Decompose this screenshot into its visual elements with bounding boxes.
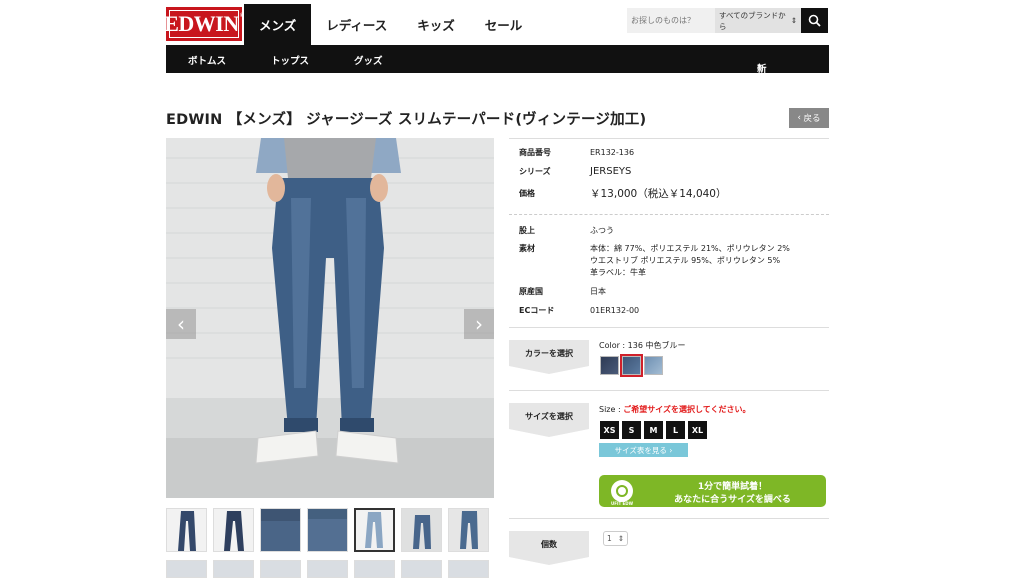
size-option-xl[interactable]: XL — [688, 421, 707, 439]
size-option-m[interactable]: M — [644, 421, 663, 439]
divider — [509, 138, 829, 139]
price: ￥13,000（税込￥14,040） — [590, 188, 727, 200]
thumbnail[interactable] — [354, 508, 395, 552]
logo-text: EDWIN — [164, 11, 239, 36]
back-button[interactable]: ‹ 戻る — [789, 108, 829, 128]
size-chart-button[interactable]: サイズ表を見る › — [599, 443, 688, 457]
spec-key: ECコード — [519, 306, 555, 315]
thumbnail[interactable] — [166, 508, 207, 552]
sub-nav: ボトムス トップス グッズ › 新着一覧 — [166, 45, 829, 117]
thumbnail[interactable] — [213, 508, 254, 552]
size-caption-prefix: Size : — [599, 405, 624, 414]
thumbnail[interactable] — [401, 508, 442, 552]
size-option-l[interactable]: L — [666, 421, 685, 439]
color-swatch-dark[interactable] — [600, 356, 619, 375]
divider — [509, 390, 829, 391]
thumbnail[interactable] — [401, 560, 442, 578]
thumbnail[interactable] — [448, 508, 489, 552]
subnav-item-tops[interactable]: トップス — [271, 53, 309, 67]
search-bar: すべてのブランドから ⇕ — [627, 8, 828, 33]
search-button[interactable] — [801, 8, 828, 33]
spec-value: 01ER132-00 — [590, 306, 640, 315]
material-line: 本体：綿 77%、ポリエステル 21%、ポリウレタン 2% — [590, 244, 790, 253]
brand-select-label: すべてのブランドから — [719, 10, 786, 31]
spec-key: 股上 — [519, 226, 535, 235]
thumbnail[interactable] — [260, 560, 301, 578]
divider — [509, 327, 829, 328]
chevron-right-icon: › — [475, 312, 483, 336]
size-chart-label: サイズ表を見る — [614, 445, 667, 455]
product-title: EDWIN 【メンズ】 ジャージーズ スリムテーパード(ヴィンテージ加工) — [166, 112, 647, 128]
new-arrivals-label: 新着一覧 — [757, 64, 767, 117]
jeans-photo — [166, 138, 494, 498]
search-input[interactable] — [627, 8, 715, 33]
fit-line2: あなたに合うサイズを調べる — [674, 495, 791, 505]
subnav-item-bottoms[interactable]: ボトムス — [188, 53, 226, 67]
divider — [509, 518, 829, 519]
color-swatch-light[interactable] — [644, 356, 663, 375]
color-caption: Color : 136 中色ブルー — [599, 341, 686, 350]
thumbnail[interactable] — [448, 560, 489, 578]
chevron-left-icon: ‹ — [177, 312, 185, 336]
thumbnail-strip-row2 — [166, 560, 489, 578]
thumbnail[interactable] — [213, 560, 254, 578]
tab-sale[interactable]: セール — [470, 4, 538, 45]
quantity-select[interactable]: 1 ⇕ — [603, 531, 628, 546]
spec-value: JERSEYS — [590, 166, 632, 177]
back-label: 戻る — [803, 114, 821, 124]
spec-key: 素材 — [519, 244, 535, 253]
quantity-label: 個数 — [509, 531, 589, 565]
next-image-button[interactable]: › — [464, 309, 494, 339]
product-main-image — [166, 138, 494, 498]
spec-value: 日本 — [590, 287, 606, 296]
size-warning: ご希望サイズを選択してください。 — [623, 405, 751, 414]
thumbnail[interactable] — [166, 560, 207, 578]
size-select-label: サイズを選択 — [509, 403, 589, 437]
divider — [509, 214, 829, 215]
size-caption: Size : ご希望サイズを選択してください。 — [599, 404, 750, 415]
tab-ladies[interactable]: レディース — [311, 4, 402, 45]
spec-key: 商品番号 — [519, 148, 551, 157]
tab-mens[interactable]: メンズ — [244, 4, 312, 45]
chevron-right-icon: › — [666, 445, 673, 455]
prev-image-button[interactable]: ‹ — [166, 309, 196, 339]
select-arrows-icon: ⇕ — [790, 16, 797, 25]
size-option-xs[interactable]: XS — [600, 421, 619, 439]
color-swatch-mid[interactable] — [620, 354, 643, 377]
fit-check-banner[interactable]: UFIT EDW 1分で簡単試着！ あなたに合うサイズを調べる — [599, 475, 826, 507]
spec-key: シリーズ — [519, 167, 551, 176]
thumbnail-strip — [166, 508, 489, 552]
main-nav: メンズ レディース キッズ セール — [244, 4, 537, 45]
quantity-value: 1 — [606, 534, 612, 543]
subnav-item-goods[interactable]: グッズ — [354, 53, 383, 67]
search-icon — [808, 14, 821, 27]
size-option-s[interactable]: S — [622, 421, 641, 439]
spec-value: ER132-136 — [590, 148, 635, 157]
fit-line1: 1分で簡単試着！ — [697, 482, 768, 492]
color-select-label: カラーを選択 — [509, 340, 589, 374]
thumbnail[interactable] — [354, 560, 395, 578]
material-line: 革ラベル：牛革 — [590, 268, 646, 277]
edwin-logo[interactable]: EDWIN ® — [164, 7, 244, 41]
spec-value: ふつう — [590, 226, 614, 235]
material-line: ウエストリブ ポリエステル 95%、ポリウレタン 5% — [590, 256, 781, 265]
spec-key: 価格 — [519, 189, 535, 198]
spec-key: 原産国 — [519, 287, 543, 296]
brand-select[interactable]: すべてのブランドから ⇕ — [715, 8, 801, 33]
select-arrows-icon: ⇕ — [617, 534, 624, 543]
tab-kids[interactable]: キッズ — [402, 4, 470, 45]
thumbnail[interactable] — [260, 508, 301, 552]
thumbnail[interactable] — [307, 560, 348, 578]
thumbnail[interactable] — [307, 508, 348, 552]
